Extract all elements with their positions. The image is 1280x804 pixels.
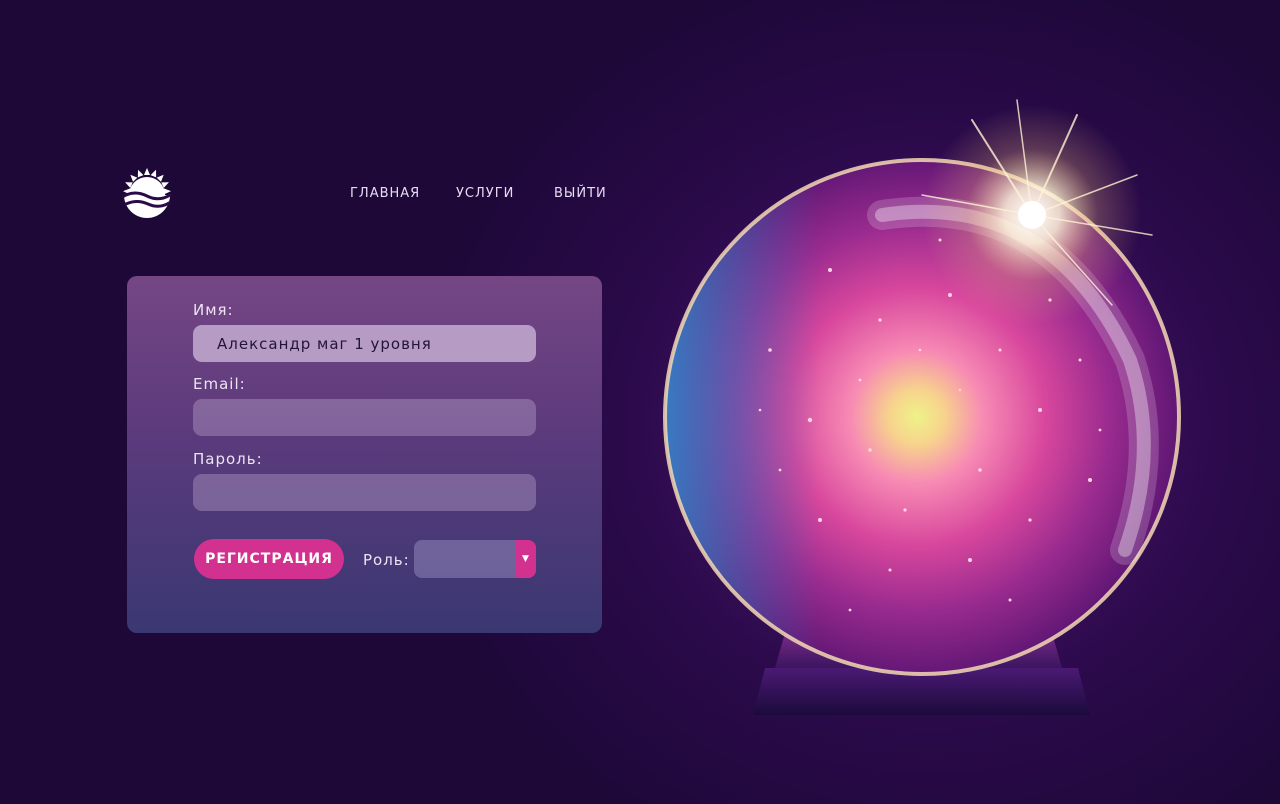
role-label: Роль: <box>363 551 410 569</box>
nav-item-services[interactable]: УСЛУГИ <box>456 186 514 201</box>
page: ГЛАВНАЯ УСЛУГИ ВЫЙТИ Имя: Александр маг … <box>0 0 1280 804</box>
nav-item-home[interactable]: ГЛАВНАЯ <box>350 186 420 201</box>
email-label: Email: <box>193 375 246 393</box>
caret-down-icon[interactable]: ▼ <box>515 540 536 578</box>
sun-over-waves-logo-icon[interactable] <box>120 166 174 218</box>
register-button[interactable]: РЕГИСТРАЦИЯ <box>194 539 344 579</box>
name-label: Имя: <box>193 301 234 319</box>
password-label: Пароль: <box>193 450 263 468</box>
crystal-ball-illustration <box>602 90 1260 750</box>
registration-form: Имя: Александр маг 1 уровня Email: Парол… <box>127 276 602 633</box>
name-input[interactable]: Александр маг 1 уровня <box>193 325 536 362</box>
role-select[interactable]: ▼ <box>414 540 536 578</box>
email-input[interactable] <box>193 399 536 436</box>
password-input[interactable] <box>193 474 536 511</box>
nav-item-logout[interactable]: ВЫЙТИ <box>554 186 607 201</box>
